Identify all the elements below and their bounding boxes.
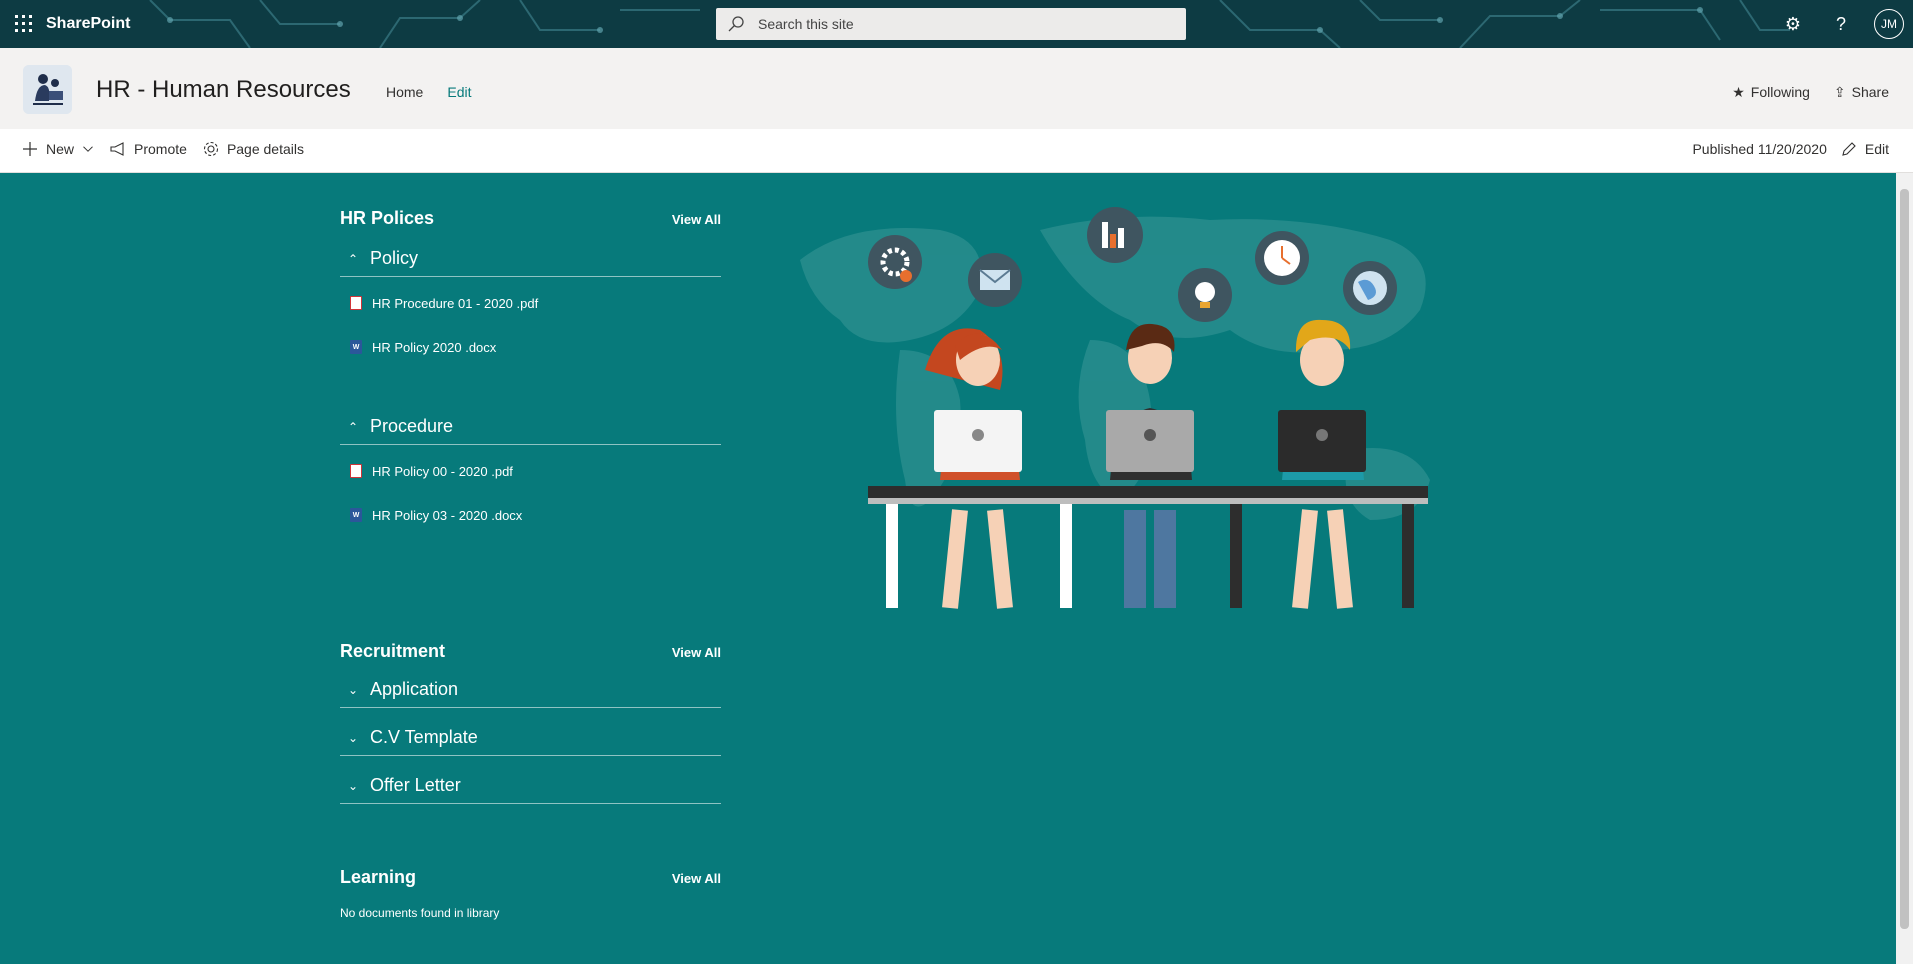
file-item[interactable]: HR Policy 00 - 2020 .pdf <box>340 449 721 493</box>
gear-icon: ⚙ <box>1784 13 1802 34</box>
search-placeholder: Search this site <box>758 16 854 32</box>
group-header-policy[interactable]: ⌃ Policy <box>340 241 721 277</box>
chevron-up-icon: ⌃ <box>348 419 359 434</box>
edit-label: Edit <box>1864 141 1889 157</box>
site-title[interactable]: HR - Human Resources <box>96 76 351 104</box>
chevron-down-icon <box>83 146 93 152</box>
word-icon: W <box>350 508 362 522</box>
share-label: Share <box>1851 84 1889 100</box>
share-icon: ⇪ <box>1833 84 1846 100</box>
file-name: HR Policy 00 - 2020 .pdf <box>372 463 513 479</box>
group-label: C.V Template <box>370 727 478 747</box>
group-header-offer-letter[interactable]: ⌄ Offer Letter <box>340 768 721 804</box>
file-item[interactable]: HR Procedure 01 - 2020 .pdf <box>340 281 721 325</box>
plus-icon <box>23 142 37 156</box>
scrollbar-thumb[interactable] <box>1900 189 1909 929</box>
pencil-icon <box>1842 142 1856 156</box>
group-label: Offer Letter <box>370 775 461 795</box>
settings-button[interactable]: ⚙ <box>1769 0 1817 48</box>
star-icon: ★ <box>1732 84 1745 100</box>
hr-policies-view-all[interactable]: View All <box>672 212 721 227</box>
waffle-icon <box>15 15 32 32</box>
promote-button[interactable]: Promote <box>110 141 187 157</box>
learning-view-all[interactable]: View All <box>672 871 721 886</box>
recruitment-title: Recruitment <box>340 641 446 661</box>
scrollbar[interactable] <box>1896 173 1913 964</box>
hr-team-illustration <box>800 207 1430 609</box>
group-policy: ⌃ Policy HR Procedure 01 - 2020 .pdf W H… <box>340 241 721 369</box>
file-name: HR Procedure 01 - 2020 .pdf <box>372 295 539 311</box>
group-label: Policy <box>370 248 419 268</box>
group-header-application[interactable]: ⌄ Application <box>340 672 721 708</box>
published-status: Published 11/20/2020 <box>1692 141 1827 157</box>
chevron-down-icon: ⌄ <box>348 730 359 745</box>
pdf-icon <box>350 296 362 310</box>
group-application: ⌄ Application <box>340 672 721 708</box>
file-item[interactable]: W HR Policy 2020 .docx <box>340 325 721 369</box>
promote-label: Promote <box>134 141 187 157</box>
sharepoint-brand[interactable]: SharePoint <box>46 0 130 48</box>
site-header: HR - Human Resources Home Edit ★ Followin… <box>0 48 1913 129</box>
help-icon: ? <box>1835 13 1846 34</box>
file-name: HR Policy 03 - 2020 .docx <box>372 507 523 523</box>
megaphone-icon <box>110 142 124 156</box>
search-icon <box>728 16 744 32</box>
new-button[interactable]: New <box>22 141 94 157</box>
group-header-procedure[interactable]: ⌃ Procedure <box>340 409 721 445</box>
avatar[interactable]: JM <box>1874 9 1904 39</box>
learning-title: Learning <box>340 867 417 887</box>
group-cv-template: ⌄ C.V Template <box>340 720 721 756</box>
page-details-button[interactable]: Page details <box>203 141 304 157</box>
file-name: HR Policy 2020 .docx <box>372 339 497 355</box>
app-launcher-button[interactable] <box>0 0 48 48</box>
chevron-up-icon: ⌃ <box>348 251 359 266</box>
nav-edit[interactable]: Edit <box>447 84 471 100</box>
suite-bar: SharePoint Search this site ⚙ ? JM <box>0 0 1913 48</box>
group-label: Procedure <box>370 416 454 436</box>
empty-message: No documents found in library <box>340 906 500 920</box>
group-header-cv-template[interactable]: ⌄ C.V Template <box>340 720 721 756</box>
word-icon: W <box>350 340 362 354</box>
group-label: Application <box>370 679 459 699</box>
file-item[interactable]: W HR Policy 03 - 2020 .docx <box>340 493 721 537</box>
group-offer-letter: ⌄ Offer Letter <box>340 768 721 804</box>
nav-home[interactable]: Home <box>386 84 423 100</box>
new-label: New <box>46 141 75 157</box>
site-logo-image <box>23 65 72 114</box>
site-logo[interactable] <box>23 65 72 114</box>
following-button[interactable]: ★ Following <box>1732 84 1810 101</box>
search-box[interactable]: Search this site <box>716 8 1186 40</box>
edit-page-button[interactable]: Edit <box>1841 141 1889 157</box>
learning-webpart: Learning View All No documents found in … <box>340 867 721 920</box>
help-button[interactable]: ? <box>1817 0 1865 48</box>
page-details-label: Page details <box>226 141 304 157</box>
following-label: Following <box>1750 84 1810 100</box>
chevron-down-icon: ⌄ <box>348 682 359 697</box>
gear-icon <box>203 141 218 157</box>
recruitment-view-all[interactable]: View All <box>672 645 721 660</box>
hr-policies-webpart: HR Polices View All ⌃ Policy HR Procedur… <box>340 208 721 537</box>
site-nav: Home Edit <box>386 84 471 100</box>
recruitment-webpart: Recruitment View All ⌄ Application ⌄ C.V… <box>340 641 721 804</box>
command-bar: New Promote Page details Published 11/20… <box>0 129 1913 173</box>
pdf-icon <box>350 464 362 478</box>
chevron-down-icon: ⌄ <box>348 778 359 793</box>
hr-policies-title: HR Polices <box>340 208 435 228</box>
group-procedure: ⌃ Procedure HR Policy 00 - 2020 .pdf W H… <box>340 409 721 537</box>
share-button[interactable]: ⇪ Share <box>1834 84 1889 101</box>
